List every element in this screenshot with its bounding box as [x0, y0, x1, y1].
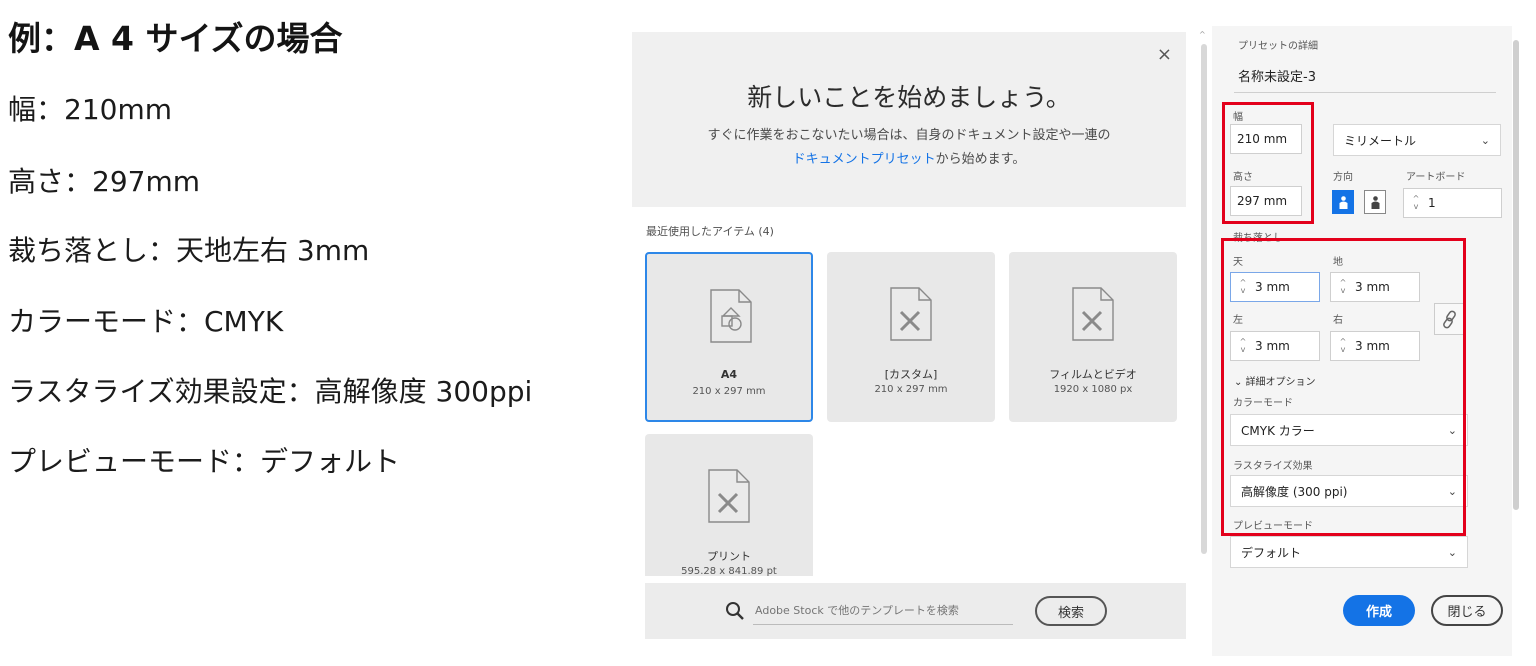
spec-title: 例：A 4 サイズの場合 — [8, 19, 343, 58]
stepper-icon[interactable]: ^ v — [1237, 338, 1249, 354]
close-icon[interactable]: × — [1157, 44, 1172, 65]
artboard-field[interactable]: ^ v 1 — [1403, 188, 1502, 218]
raster-effects-select[interactable]: 高解像度 (300 ppi) ⌄ — [1230, 475, 1468, 507]
recent-item-film-video[interactable]: フィルムとビデオ 1920 x 1080 px — [1009, 252, 1177, 422]
stepper-icon[interactable]: ^ v — [1337, 279, 1349, 295]
portrait-button[interactable] — [1332, 190, 1354, 214]
unit-value: ミリメートル — [1344, 133, 1417, 148]
tile-size: 210 x 297 mm — [874, 384, 948, 395]
landscape-icon — [1371, 196, 1380, 209]
preview-mode-select[interactable]: デフォルト ⌄ — [1230, 536, 1468, 568]
create-button[interactable]: 作成 — [1343, 595, 1415, 626]
color-mode-select[interactable]: CMYK カラー ⌄ — [1230, 414, 1468, 446]
welcome-desc-line2: から始めます。 — [935, 152, 1026, 167]
link-bleed-button[interactable] — [1434, 303, 1464, 335]
width-label: 幅 — [1233, 112, 1243, 123]
bleed-bottom-value: 3 mm — [1355, 280, 1390, 294]
tile-name: プリント — [707, 550, 751, 563]
custom-document-icon — [890, 287, 932, 341]
bleed-right-value: 3 mm — [1355, 339, 1390, 353]
bleed-label: 裁ち落とし — [1233, 233, 1283, 244]
bleed-right-field[interactable]: ^ v 3 mm — [1330, 331, 1420, 361]
chevron-down-icon: ⌄ — [1447, 485, 1457, 498]
welcome-banner: × 新しいことを始めましょう。 すぐに作業をおこないたい場合は、自身のドキュメン… — [632, 32, 1186, 207]
artboard-label: アートボード — [1406, 172, 1466, 183]
advanced-options-label: 詳細オプション — [1245, 377, 1316, 388]
document-presets-link[interactable]: ドキュメントプリセット — [793, 152, 936, 167]
tile-size: 210 x 297 mm — [692, 386, 766, 397]
spec-width: 幅：210mm — [8, 93, 172, 126]
tile-size: 1920 x 1080 px — [1053, 384, 1133, 395]
bleed-bottom-label: 地 — [1333, 257, 1343, 268]
name-underline — [1234, 92, 1496, 93]
recent-items-label: 最近使用したアイテム (4) — [646, 225, 774, 238]
raster-value: 高解像度 (300 ppi) — [1241, 484, 1348, 499]
link-icon — [1443, 310, 1456, 329]
bleed-right-label: 右 — [1333, 315, 1343, 326]
height-label: 高さ — [1233, 172, 1253, 183]
advanced-options-toggle[interactable]: ⌄ 詳細オプション — [1234, 373, 1316, 388]
stock-search-input[interactable] — [753, 597, 1013, 625]
bleed-left-field[interactable]: ^ v 3 mm — [1230, 331, 1320, 361]
panel-scrollbar[interactable] — [1513, 40, 1519, 510]
stepper-icon[interactable]: ^ v — [1237, 279, 1249, 295]
scrollbar-thumb[interactable] — [1201, 44, 1207, 554]
welcome-description: すぐに作業をおこないたい場合は、自身のドキュメント設定や一連の ドキュメントプリ… — [632, 124, 1186, 172]
orientation-label: 方向 — [1333, 172, 1353, 183]
spec-preview: プレビューモード：デフォルト — [8, 445, 401, 478]
chevron-down-icon: ⌄ — [1447, 424, 1457, 437]
width-field[interactable]: 210 mm — [1230, 124, 1302, 154]
tile-name: [カスタム] — [884, 368, 938, 381]
recent-scrollbar[interactable]: ^ — [1198, 30, 1210, 575]
welcome-desc-line1: すぐに作業をおこないたい場合は、自身のドキュメント設定や一連の — [707, 128, 1111, 143]
stepper-icon[interactable]: ^ v — [1337, 338, 1349, 354]
recent-item-custom[interactable]: [カスタム] 210 x 297 mm — [827, 252, 995, 422]
recent-item-print-clip: プリント 595.28 x 841.89 pt — [645, 434, 813, 576]
close-button[interactable]: 閉じる — [1431, 595, 1503, 626]
portrait-icon — [1339, 196, 1348, 209]
color-mode-value: CMYK カラー — [1241, 423, 1315, 438]
spec-color-mode: カラーモード：CMYK — [8, 305, 284, 338]
spec-notes: 例：A 4 サイズの場合 幅：210mm 高さ：297mm 裁ち落とし：天地左右… — [8, 0, 618, 666]
bleed-left-value: 3 mm — [1255, 339, 1290, 353]
film-document-icon — [1072, 287, 1114, 341]
landscape-button[interactable] — [1364, 190, 1386, 214]
bleed-top-field[interactable]: ^ v 3 mm — [1230, 272, 1320, 302]
spec-bleed: 裁ち落とし：天地左右 3mm — [8, 234, 370, 267]
recent-item-print[interactable]: プリント 595.28 x 841.89 pt — [645, 434, 813, 576]
height-value: 297 mm — [1237, 194, 1288, 208]
a4-document-icon — [710, 289, 752, 343]
stock-search-button[interactable]: 検索 — [1035, 596, 1107, 626]
welcome-title: 新しいことを始めましょう。 — [747, 83, 1071, 112]
search-icon — [726, 602, 744, 620]
chevron-down-icon: ⌄ — [1480, 134, 1490, 147]
scroll-up-icon[interactable]: ^ — [1199, 30, 1206, 39]
raster-label: ラスタライズ効果 — [1233, 461, 1313, 472]
spec-raster: ラスタライズ効果設定：高解像度 300ppi — [8, 375, 533, 408]
color-mode-label: カラーモード — [1233, 398, 1293, 409]
spec-height: 高さ：297mm — [8, 165, 200, 198]
chevron-down-icon: ⌄ — [1447, 546, 1457, 559]
width-value: 210 mm — [1237, 132, 1288, 146]
stock-search-bar: 検索 — [645, 583, 1186, 639]
stepper-icon[interactable]: ^ v — [1410, 195, 1422, 211]
artboard-value: 1 — [1428, 196, 1436, 210]
unit-select[interactable]: ミリメートル ⌄ — [1333, 124, 1501, 156]
height-field[interactable]: 297 mm — [1230, 186, 1302, 216]
chevron-down-icon: ⌄ — [1234, 377, 1246, 388]
bleed-left-label: 左 — [1233, 315, 1243, 326]
bleed-top-label: 天 — [1233, 257, 1243, 268]
print-document-icon — [708, 469, 750, 523]
preview-mode-value: デフォルト — [1241, 545, 1302, 560]
preview-mode-label: プレビューモード — [1233, 521, 1313, 532]
tile-size: 595.28 x 841.89 pt — [681, 566, 777, 576]
recent-item-a4[interactable]: A4 210 x 297 mm — [645, 252, 813, 422]
bleed-bottom-field[interactable]: ^ v 3 mm — [1330, 272, 1420, 302]
preset-heading: プリセットの詳細 — [1238, 41, 1318, 52]
bleed-top-value: 3 mm — [1255, 280, 1290, 294]
document-name[interactable]: 名称未設定-3 — [1238, 66, 1316, 85]
tile-name: フィルムとビデオ — [1049, 368, 1137, 381]
tile-name: A4 — [720, 368, 738, 381]
